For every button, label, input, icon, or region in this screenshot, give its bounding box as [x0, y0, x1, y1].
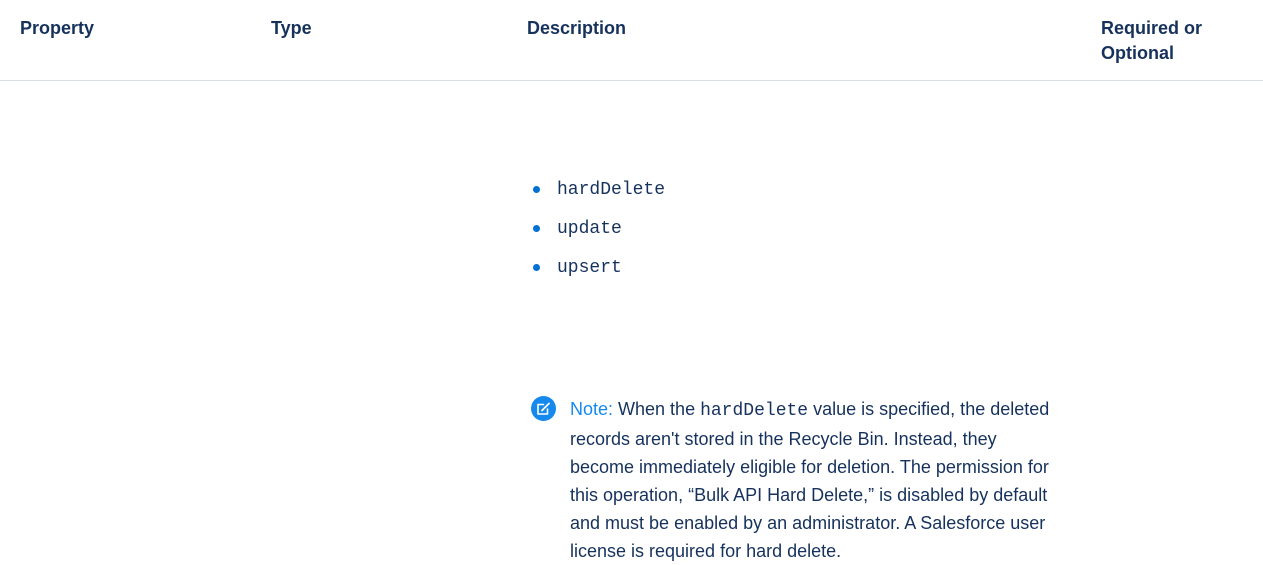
value-update: update: [557, 219, 622, 239]
note-text-before: When the: [613, 399, 701, 419]
header-required-line2: Optional: [1101, 43, 1174, 63]
value-upsert: upsert: [557, 258, 622, 278]
value-list: hardDelete update upsert: [527, 177, 1087, 294]
note-text: Note: When the hardDelete value is speci…: [570, 395, 1050, 565]
bullet-icon: [533, 225, 540, 232]
note-code-harddelete: hardDelete: [700, 401, 809, 421]
edit-note-icon: [531, 396, 556, 421]
header-property: Property: [20, 18, 95, 38]
list-item: update: [527, 216, 1087, 255]
header-type: Type: [271, 18, 312, 38]
header-required-or-optional: Required or Optional: [1101, 16, 1251, 66]
note-label: Note:: [570, 399, 614, 419]
list-item: hardDelete: [527, 177, 1087, 216]
list-item: upsert: [527, 255, 1087, 294]
table-header-row: Property Type Description Required or Op…: [0, 0, 1263, 81]
property-table: Property Type Description Required or Op…: [0, 0, 1263, 561]
value-harddelete: hardDelete: [557, 180, 666, 200]
note-callout: Note: When the hardDelete value is speci…: [527, 395, 1067, 565]
bullet-icon: [533, 186, 540, 193]
bullet-icon: [533, 264, 540, 271]
note-text-after: value is specified, the deleted records …: [570, 399, 1050, 561]
header-description: Description: [527, 18, 627, 38]
description-cell: hardDelete update upsert Note: When the …: [527, 177, 1087, 561]
header-required-line1: Required or: [1101, 18, 1203, 38]
